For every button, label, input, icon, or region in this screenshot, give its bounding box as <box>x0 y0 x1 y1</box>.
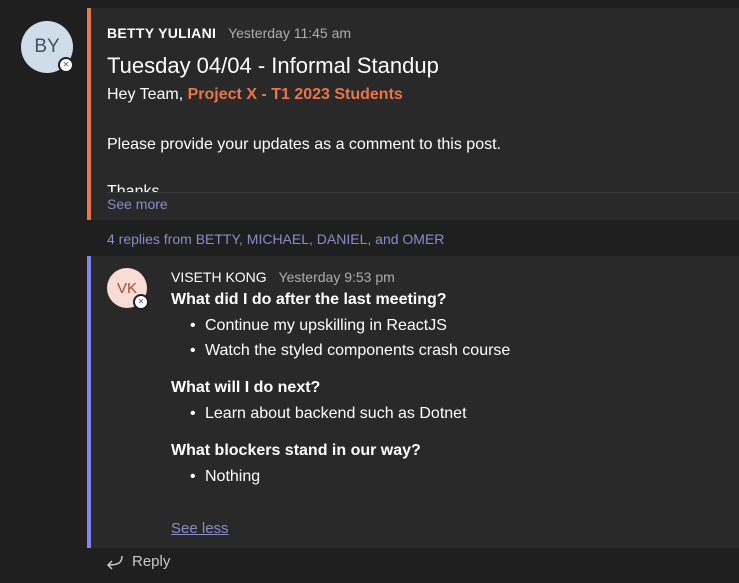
reply-label: Reply <box>132 553 171 570</box>
reply-bullet: Nothing <box>190 468 260 486</box>
reply-arrow-icon <box>106 555 123 570</box>
post-meta: BETTY YULIANI Yesterday 11:45 am <box>107 25 351 41</box>
reply-author[interactable]: VISETH KONG <box>171 269 267 285</box>
post-divider <box>107 192 739 193</box>
post-author[interactable]: BETTY YULIANI <box>107 25 216 41</box>
status-offline-icon: ✕ <box>58 57 74 73</box>
reply-question: What did I do after the last meeting? <box>171 291 447 308</box>
see-more-link[interactable]: See more <box>107 196 168 212</box>
status-offline-icon: ✕ <box>133 294 149 310</box>
post-greeting-line: Hey Team, Project X - T1 2023 Students <box>107 86 403 104</box>
reply-bullet: Learn about backend such as Dotnet <box>190 405 466 423</box>
post-card: BETTY YULIANI Yesterday 11:45 am Tuesday… <box>87 8 739 220</box>
post-timestamp: Yesterday 11:45 am <box>228 25 352 41</box>
replies-summary-link[interactable]: 4 replies from BETTY, MICHAEL, DANIEL, a… <box>107 231 444 247</box>
reply-bullet: Watch the styled components crash course <box>190 342 510 360</box>
post-subject: Tuesday 04/04 - Informal Standup <box>107 53 439 78</box>
post-body-line: Please provide your updates as a comment… <box>107 136 501 153</box>
reply-question: What blockers stand in our way? <box>171 442 421 459</box>
reply-timestamp: Yesterday 9:53 pm <box>278 269 395 285</box>
reply-button[interactable]: Reply <box>104 553 170 570</box>
reply-bullet: Continue my upskilling in ReactJS <box>190 317 447 335</box>
see-less-link[interactable]: See less <box>171 520 229 537</box>
reply-meta: VISETH KONG Yesterday 9:53 pm <box>171 269 395 285</box>
avatar-initials: VK <box>116 279 137 297</box>
channel-mention[interactable]: Project X - T1 2023 Students <box>188 86 403 103</box>
greeting-text: Hey Team, <box>107 86 188 103</box>
reply-card: VISETH KONG Yesterday 9:53 pm What did I… <box>87 256 739 548</box>
reply-question: What will I do next? <box>171 379 321 396</box>
avatar-initials: BY <box>34 36 60 57</box>
